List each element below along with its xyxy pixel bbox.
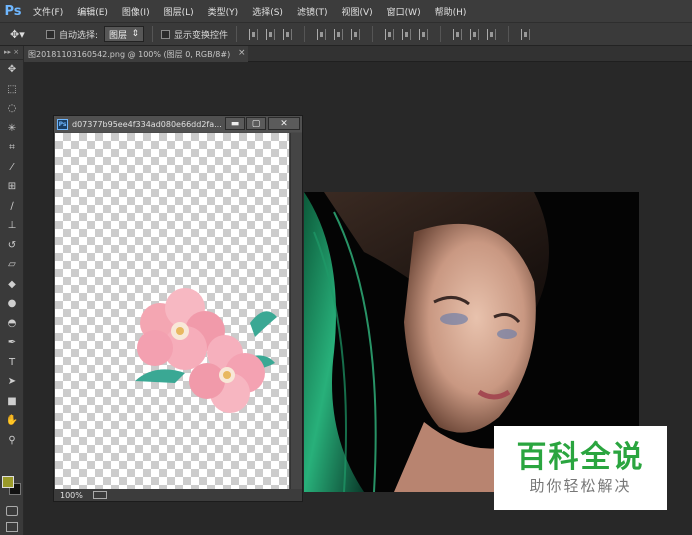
auto-select-checkbox[interactable] <box>46 29 55 39</box>
distribute-left-icon[interactable] <box>453 28 463 40</box>
marquee-tool-icon[interactable]: ⬚ <box>0 80 24 100</box>
align-vcenter-icon[interactable] <box>266 28 276 40</box>
menu-bar: Ps 文件(F) 编辑(E) 图像(I) 图层(L) 类型(Y) 选择(S) 滤… <box>0 0 692 22</box>
divider <box>152 26 154 42</box>
dropdown-arrow-icon: ⇕ <box>131 29 140 39</box>
type-tool-icon[interactable]: T <box>0 353 24 373</box>
align-right-icon[interactable] <box>351 28 361 40</box>
menu-window[interactable]: 窗口(W) <box>380 0 428 22</box>
toolbox-header[interactable]: ▸▸ × <box>0 46 23 60</box>
align-hcenter-icon[interactable] <box>334 28 344 40</box>
zoom-tool-icon[interactable]: ⚲ <box>0 431 24 451</box>
divider <box>440 26 442 42</box>
tab-close-icon[interactable]: × <box>238 48 246 58</box>
show-transform-label: 显示变换控件 <box>174 30 229 41</box>
distribute-top-icon[interactable] <box>385 28 395 40</box>
align-left-icon[interactable] <box>317 28 327 40</box>
vertical-scrollbar[interactable] <box>290 133 302 489</box>
menu-type[interactable]: 类型(Y) <box>201 0 246 22</box>
move-tool-preset-icon[interactable]: ✥▾ <box>10 25 38 43</box>
screen-mode-icon[interactable] <box>6 522 18 532</box>
align-top-icon[interactable] <box>249 28 259 40</box>
move-tool-icon[interactable]: ✥ <box>0 60 24 80</box>
eraser-tool-icon[interactable]: ▱ <box>0 255 24 275</box>
history-brush-tool-icon[interactable]: ↺ <box>0 236 24 256</box>
lasso-tool-icon[interactable]: ◌ <box>0 99 24 119</box>
blur-tool-icon[interactable]: ● <box>0 294 24 314</box>
toolbox: ▸▸ × ✥ ⬚ ◌ ✳ ⌗ ⁄ ⊞ ∕ ⊥ ↺ ▱ ◆ ● ◓ ✒ T ➤ ■… <box>0 46 24 535</box>
auto-select-value: 图层 <box>109 30 128 41</box>
color-swatches <box>2 476 24 502</box>
distribute-bottom-icon[interactable] <box>419 28 429 40</box>
restore-button[interactable]: ▢ <box>246 117 266 130</box>
divider <box>508 26 510 42</box>
healing-brush-tool-icon[interactable]: ⊞ <box>0 177 24 197</box>
floating-window-title: d07377b95ee4f334ad080e66dd2fa... <box>72 119 222 129</box>
minimize-button[interactable]: ▬ <box>225 117 245 130</box>
eyedropper-tool-icon[interactable]: ⁄ <box>0 158 24 178</box>
hand-tool-icon[interactable]: ✋ <box>0 411 24 431</box>
photoshop-logo: Ps <box>4 3 22 19</box>
quick-mask-icon[interactable] <box>6 506 18 516</box>
auto-align-icon[interactable] <box>521 28 531 40</box>
paint-bucket-tool-icon[interactable]: ◆ <box>0 275 24 295</box>
rectangle-tool-icon[interactable]: ■ <box>0 392 24 412</box>
zoom-level[interactable]: 100% <box>60 491 83 500</box>
flower-illustration <box>135 288 277 413</box>
watermark-subtitle: 助你轻松解决 <box>529 477 632 495</box>
watermark-badge: 百科全说 助你轻松解决 <box>494 426 667 510</box>
menu-image[interactable]: 图像(I) <box>115 0 157 22</box>
pen-tool-icon[interactable]: ✒ <box>0 333 24 353</box>
document-tab[interactable]: 图20181103160542.png @ 100% (图层 0, RGB/8#… <box>24 46 248 62</box>
divider <box>372 26 374 42</box>
photoshop-document-icon: Ps <box>57 118 68 130</box>
document-tab-label: 图20181103160542.png @ 100% (图层 0, RGB/8#… <box>28 49 231 59</box>
magic-wand-tool-icon[interactable]: ✳ <box>0 119 24 139</box>
divider <box>304 26 306 42</box>
floating-window-status-bar: 100% <box>54 489 302 501</box>
close-window-button[interactable]: ✕ <box>268 117 300 130</box>
menu-select[interactable]: 选择(S) <box>245 0 290 22</box>
doc-info-icon[interactable] <box>92 491 107 499</box>
show-transform-checkbox[interactable] <box>161 29 171 39</box>
align-bottom-icon[interactable] <box>283 28 293 40</box>
floating-document-window: Ps d07377b95ee4f334ad080e66dd2fa... ▬ ▢ … <box>53 115 303 502</box>
floating-window-titlebar[interactable]: Ps d07377b95ee4f334ad080e66dd2fa... ▬ ▢ … <box>54 116 302 132</box>
divider <box>236 26 238 42</box>
transparent-canvas[interactable] <box>55 133 289 489</box>
menu-filter[interactable]: 滤镜(T) <box>290 0 335 22</box>
distribute-hcenter-icon[interactable] <box>470 28 480 40</box>
menu-file[interactable]: 文件(F) <box>26 0 70 22</box>
menu-view[interactable]: 视图(V) <box>334 0 379 22</box>
brush-tool-icon[interactable]: ∕ <box>0 197 24 217</box>
distribute-vcenter-icon[interactable] <box>402 28 412 40</box>
foreground-color-swatch[interactable] <box>2 476 14 488</box>
menu-edit[interactable]: 编辑(E) <box>70 0 115 22</box>
menu-layer[interactable]: 图层(L) <box>157 0 201 22</box>
document-tab-bar: 图20181103160542.png @ 100% (图层 0, RGB/8#… <box>24 46 692 62</box>
clone-stamp-tool-icon[interactable]: ⊥ <box>0 216 24 236</box>
path-selection-tool-icon[interactable]: ➤ <box>0 372 24 392</box>
menu-help[interactable]: 帮助(H) <box>428 0 474 22</box>
watermark-title: 百科全说 <box>516 440 645 475</box>
distribute-right-icon[interactable] <box>487 28 497 40</box>
crop-tool-icon[interactable]: ⌗ <box>0 138 24 158</box>
auto-select-dropdown[interactable]: 图层 ⇕ <box>104 26 145 42</box>
dodge-tool-icon[interactable]: ◓ <box>0 314 24 334</box>
auto-select-label: 自动选择: <box>59 30 99 41</box>
options-bar: ✥▾ 自动选择: 图层 ⇕ 显示变换控件 <box>0 22 692 46</box>
